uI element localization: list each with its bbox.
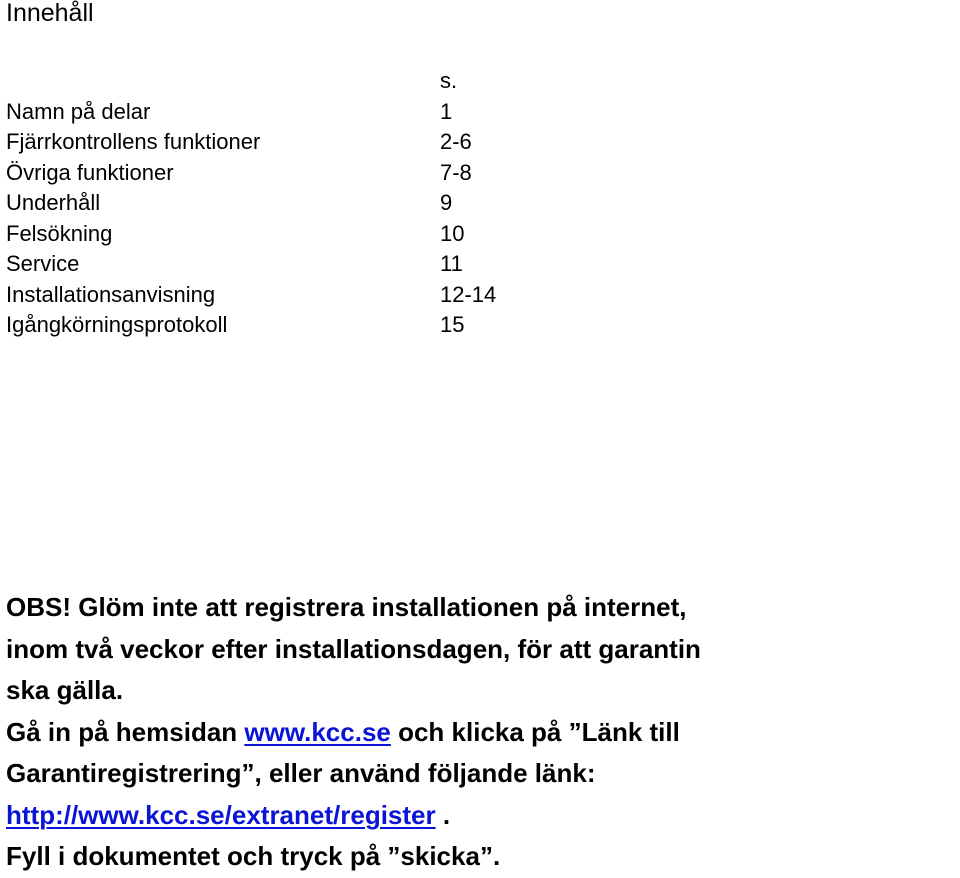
toc-item-label: Service [6,251,80,276]
notice-text: . [435,799,451,830]
toc-item-label: Felsökning [6,220,113,246]
page-title: Innehåll [6,0,94,27]
toc-item-page: 9 [440,190,453,215]
toc-item-label: Installationsanvisning [6,281,216,307]
notice-line: inom två veckor efter installationsdagen… [6,633,701,664]
toc-page-header: s. [440,68,458,93]
toc-item-label: Igångkörningsprotokoll [6,312,228,337]
toc-item-page: 11 [440,251,463,276]
notice-line: Gå in på hemsidan www.kcc.se och klicka … [6,712,960,754]
register-link[interactable]: http://www.kcc.se/extranet/register [6,800,436,830]
kcc-website-link[interactable]: www.kcc.se [244,717,390,747]
toc-item-label: Fjärrkontrollens funktioner [6,129,261,154]
notice-text: och klicka på ”Länk till [390,716,680,747]
registration-notice: OBS! Glöm inte att registrera installati… [6,587,960,878]
notice-text: Gå in på hemsidan [6,716,245,747]
toc-item-page: 15 [440,312,465,337]
toc-item-page: 7-8 [440,159,472,185]
notice-line: ska gälla. [6,675,124,705]
notice-line: OBS! Glöm inte att registrera installati… [6,592,687,622]
toc-item-label: Övriga funktioner [6,159,174,185]
toc-item-page: 12-14 [440,281,497,307]
toc-item-page: 2-6 [440,129,472,154]
toc-item-page: 1 [440,98,453,124]
toc-item-label: Underhåll [6,190,101,215]
notice-line: http://www.kcc.se/extranet/register . [6,795,960,837]
toc-item-label: Namn på delar [6,98,151,124]
notice-line: Fyll i dokumentet och tryck på ”skicka”. [6,841,501,871]
notice-line: Garantiregistrering”, eller använd följa… [6,758,596,788]
toc-item-page: 10 [440,220,465,246]
